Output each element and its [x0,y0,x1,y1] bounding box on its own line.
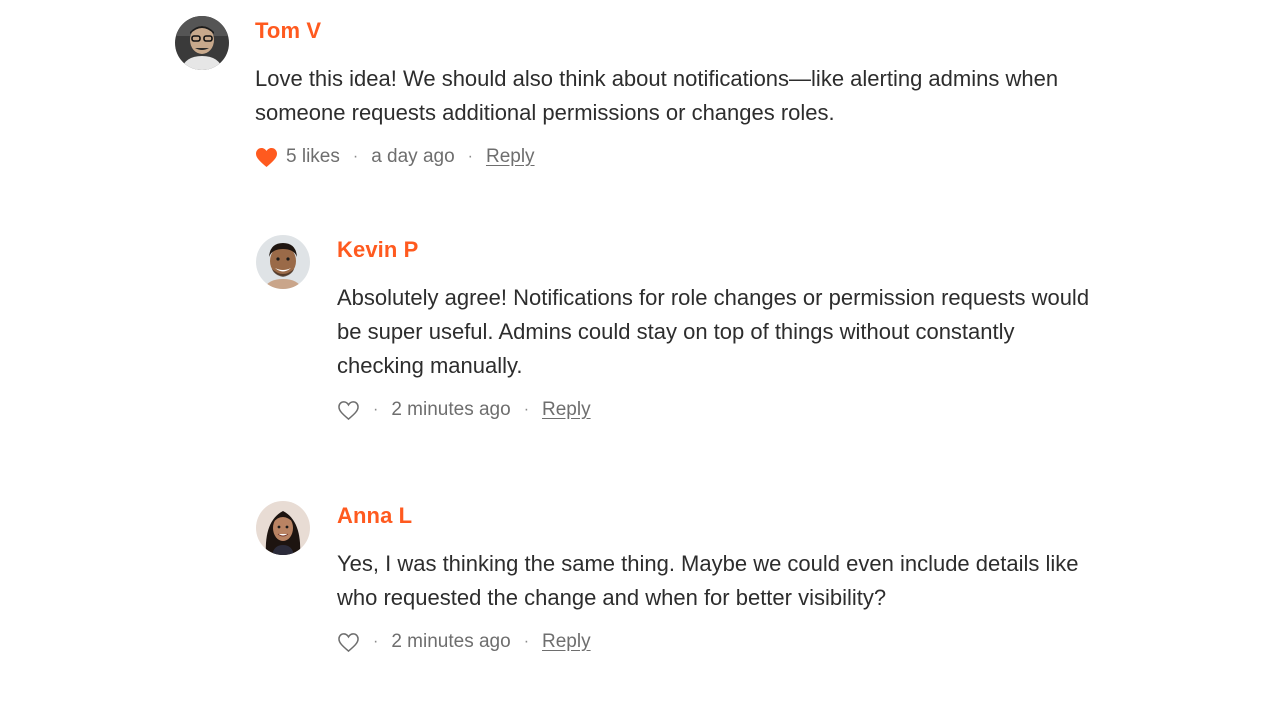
author-name[interactable]: Tom V [255,16,1115,46]
separator-dot: · [373,633,379,650]
reply-link[interactable]: Reply [486,146,535,168]
comment-kevin: Kevin P Absolutely agree! Notifications … [256,235,1116,435]
avatar[interactable] [256,235,310,289]
comment-tom: Tom V Love this idea! We should also thi… [175,16,1115,176]
reply-link[interactable]: Reply [542,631,591,653]
separator-dot: · [352,148,359,165]
avatar[interactable] [175,16,229,70]
author-name[interactable]: Anna L [337,501,1107,531]
heart-filled-icon[interactable] [255,147,278,168]
heart-outline-icon[interactable] [337,632,360,653]
avatar-photo-kevin [256,235,310,289]
comment-anna: Anna L Yes, I was thinking the same thin… [256,501,1116,701]
likes-count: 5 likes [286,146,340,167]
timestamp: 2 minutes ago [391,399,511,420]
timestamp: 2 minutes ago [391,631,511,652]
comment-thread: Tom V Love this idea! We should also thi… [0,0,1280,720]
comment-meta: · 2 minutes ago · Reply [337,629,1107,655]
avatar-photo-anna [256,501,310,555]
avatar[interactable] [256,501,310,555]
separator-dot: · [523,633,530,650]
author-name[interactable]: Kevin P [337,235,1107,265]
comment-meta: 5 likes · a day ago · Reply [255,144,1115,170]
timestamp: a day ago [371,146,455,167]
heart-outline-icon[interactable] [337,400,360,421]
comment-body: Love this idea! We should also think abo… [255,66,1059,125]
comment-body: Absolutely agree! Notifications for role… [337,285,1090,378]
separator-dot: · [467,148,473,165]
avatar-photo-tom [175,16,229,70]
comment-meta: · 2 minutes ago · Reply [337,397,1107,423]
separator-dot: · [373,401,379,418]
reply-link[interactable]: Reply [542,399,591,421]
separator-dot: · [523,401,530,418]
comment-body: Yes, I was thinking the same thing. Mayb… [337,551,1079,610]
